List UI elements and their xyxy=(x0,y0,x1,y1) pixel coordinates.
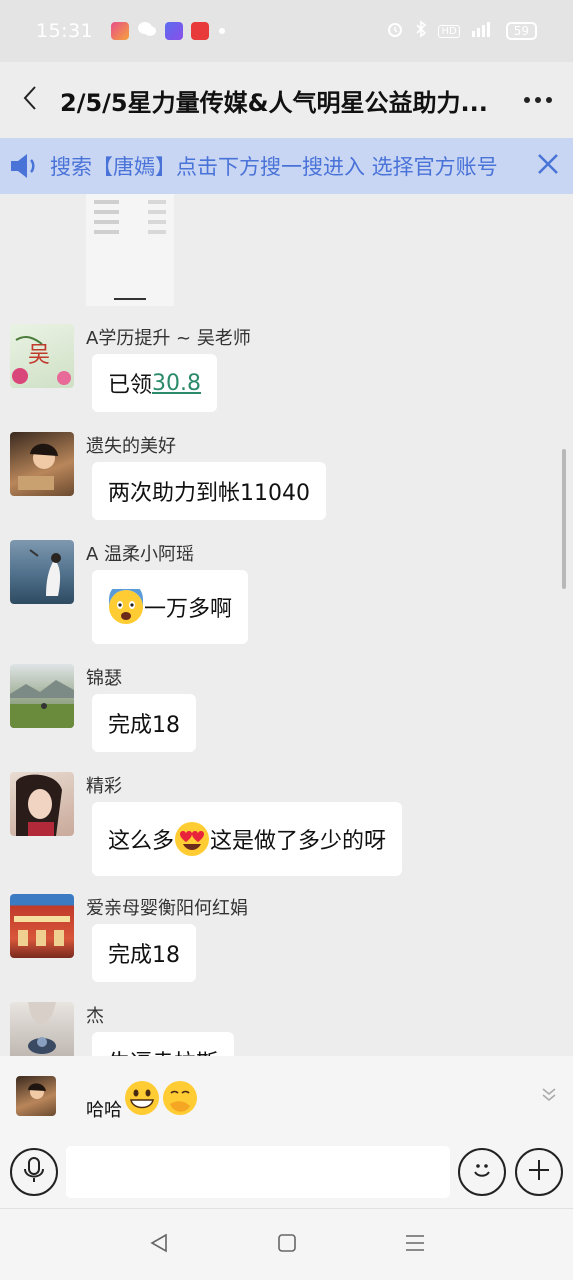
app-icon xyxy=(165,22,184,40)
thumb-line xyxy=(94,210,166,214)
message-text: 这是做了多少的呀 xyxy=(210,829,387,854)
sender-name: 锦瑟 xyxy=(86,668,122,689)
input-bar xyxy=(0,1136,573,1208)
voice-button[interactable] xyxy=(10,1148,58,1196)
nav-back-icon[interactable] xyxy=(148,1232,170,1258)
more-dot xyxy=(546,97,552,103)
hand-over-mouth-emoji xyxy=(162,1080,198,1116)
message-text: 一万多啊 xyxy=(144,597,233,622)
chat-title: 2/5/5星力量传媒&人气明星公益助力... xyxy=(60,88,488,117)
avatar[interactable]: 吴 xyxy=(10,324,74,388)
nav-home-icon[interactable] xyxy=(276,1232,298,1258)
preview-emojis xyxy=(124,1080,198,1116)
message-bubble[interactable]: 牛逼幸拉斯 xyxy=(92,1032,235,1056)
more-dots-icon xyxy=(524,97,530,103)
status-time: 15:31 xyxy=(36,20,94,42)
more-dot xyxy=(535,97,541,103)
plus-button[interactable] xyxy=(515,1148,563,1196)
microphone-icon xyxy=(23,1156,45,1188)
sender-name: 爱亲母婴衡阳何红娟 xyxy=(86,898,248,919)
more-button[interactable] xyxy=(503,97,573,103)
notice-text: 搜索【唐嫣】点击下方搜一搜进入 选择官方账号 xyxy=(50,155,498,179)
grinning-emoji xyxy=(124,1080,160,1116)
avatar[interactable] xyxy=(10,772,74,836)
preview-text: 哈哈 xyxy=(86,1100,122,1121)
bluetooth-icon xyxy=(414,20,428,42)
avatar[interactable] xyxy=(10,540,74,604)
avatar[interactable] xyxy=(10,432,74,496)
sender-name: A学历提升 ~ 吴老师 xyxy=(86,328,251,349)
message-bubble[interactable]: 完成18 xyxy=(92,924,196,982)
message-text: 两次助力到帐11040 xyxy=(108,481,310,506)
status-right: HD 59 xyxy=(386,20,537,42)
notification-icons xyxy=(111,20,210,42)
thumb-line xyxy=(94,200,166,204)
avatar[interactable] xyxy=(10,664,74,728)
thumb-line xyxy=(94,220,166,224)
battery-indicator: 59 xyxy=(505,22,537,40)
message-bubble[interactable]: 完成18 xyxy=(92,694,196,752)
notice-banner[interactable]: 搜索【唐嫣】点击下方搜一搜进入 选择官方账号 xyxy=(0,138,573,194)
avatar[interactable] xyxy=(10,1002,74,1056)
plus-icon xyxy=(527,1158,551,1186)
emoji-button[interactable] xyxy=(458,1148,506,1196)
chat-header: 2/5/5星力量传媒&人气明星公益助力... xyxy=(0,62,573,138)
speaker-icon xyxy=(0,151,50,181)
alarm-icon xyxy=(386,20,404,42)
message-bubble[interactable]: 一万多啊 xyxy=(92,570,249,644)
message-text: 已领 xyxy=(108,373,153,398)
chevron-down-double-icon[interactable] xyxy=(540,1086,558,1108)
message-link[interactable]: 30.8 xyxy=(152,371,201,396)
notice-close-button[interactable] xyxy=(523,152,573,180)
message-text: 牛逼幸拉斯 xyxy=(108,1045,218,1056)
notification-dot xyxy=(219,28,226,34)
svg-text:吴: 吴 xyxy=(28,343,50,368)
back-button[interactable] xyxy=(0,62,60,138)
scared-face-emoji xyxy=(108,582,144,625)
thumb-line xyxy=(94,230,166,234)
avatar xyxy=(16,1076,56,1116)
sender-name: 杰 xyxy=(86,1006,104,1027)
sender-name: 遗失的美好 xyxy=(86,436,176,457)
message-text: 这么多 xyxy=(108,829,175,854)
thumb-bar xyxy=(114,298,146,300)
latest-message-preview[interactable]: 哈哈 xyxy=(0,1056,573,1136)
close-icon xyxy=(536,152,560,180)
image-message-thumbnail[interactable] xyxy=(86,194,174,306)
wechat-icon xyxy=(137,20,157,42)
avatar[interactable] xyxy=(10,894,74,958)
system-nav-bar xyxy=(0,1208,573,1280)
toutiao-icon xyxy=(191,22,210,40)
signal-icon xyxy=(470,21,496,41)
heart-eyes-emoji xyxy=(174,821,210,857)
app-icon xyxy=(111,22,130,40)
message-text: 完成18 xyxy=(108,713,180,738)
hd-icon: HD xyxy=(438,24,460,38)
status-bar: 15:31 HD 59 xyxy=(0,0,573,62)
chevron-left-icon xyxy=(23,85,37,115)
sender-name: 精彩 xyxy=(86,776,122,797)
message-bubble[interactable]: 已领 30.8 xyxy=(92,354,217,412)
message-input[interactable] xyxy=(66,1146,450,1198)
message-bubble[interactable]: 这么多 这是做了多少的呀 xyxy=(92,802,403,876)
message-text: 完成18 xyxy=(108,943,180,968)
message-bubble[interactable]: 两次助力到帐11040 xyxy=(92,462,326,520)
smiley-icon xyxy=(469,1157,495,1187)
scrollbar[interactable] xyxy=(562,449,566,589)
nav-menu-icon[interactable] xyxy=(404,1232,426,1258)
chat-message-list[interactable]: 吴 A学历提升 ~ 吴老师 已领 30.8 遗失的美好 两次助力到帐11040 A… xyxy=(0,194,573,1056)
sender-name: A 温柔小阿瑶 xyxy=(86,544,195,565)
